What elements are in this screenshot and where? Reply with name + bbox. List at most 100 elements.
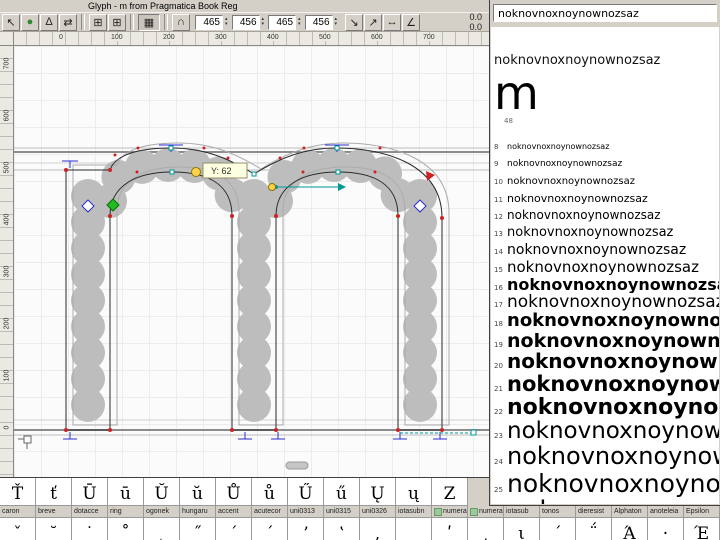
glyph-cell[interactable]: ΅ [576, 518, 612, 540]
glyph-cell[interactable]: ˚ [108, 518, 144, 540]
glyph-cell[interactable]: , [360, 518, 396, 540]
glyph-cell[interactable]: ů [252, 478, 288, 506]
glyph-cell[interactable]: ˛ [144, 518, 180, 540]
glyph-canvas[interactable]: Y: 62 [14, 46, 490, 477]
glyph-cell[interactable]: ʼ [288, 518, 324, 540]
horizontal-ruler[interactable]: 0 100 200 300 400 500 600 700 [14, 32, 490, 46]
glyph-cell[interactable]: Ů [216, 478, 252, 506]
waterfall-size-label: 12 [494, 213, 503, 222]
glyph-cell[interactable]: Ű [288, 478, 324, 506]
waterfall-sample-text: noknovnoxnoynownozsaz [507, 292, 719, 312]
ruler-corner [0, 32, 14, 46]
spinner-buttons[interactable]: ▴ ▾ [298, 17, 301, 27]
waterfall-row: 17 noknovnoxnoynownozsaz [494, 293, 719, 311]
arrow-se-button[interactable]: ↘ [345, 13, 364, 31]
coordinate-field[interactable] [195, 14, 223, 30]
glyph-cell[interactable]: Έ [684, 518, 720, 540]
glyph-cell[interactable]: ť [36, 478, 72, 506]
waterfall-sample-text: noknovnoxnoynownozsaz [507, 497, 719, 504]
glyph-fill-blobs [71, 147, 437, 433]
glyph-cell[interactable]: ʹ [432, 518, 468, 540]
waterfall-row: 9 noknovnoxnoynownozsaz [494, 152, 719, 170]
preview-panel-body: noknovnoxnoynownozsaz m 48 8 noknovnoxnoy… [491, 27, 719, 504]
vertical-ruler[interactable]: 700 600 500 400 300 200 100 0 [0, 46, 14, 477]
glyph-cell-caption: Alphaton [612, 506, 648, 518]
ruler-number: 100 [110, 34, 124, 41]
spinner-buttons[interactable]: ▴ ▾ [262, 17, 265, 27]
glyph-cell[interactable]: ˇ [0, 518, 36, 540]
preview-text-input[interactable] [493, 4, 717, 22]
grid-button[interactable]: ⊞ [89, 13, 107, 31]
glyph-cell[interactable]: Z [432, 478, 468, 506]
glyph-cell[interactable]: Ŭ [144, 478, 180, 506]
glyph-cell[interactable]: ι [504, 518, 540, 540]
tooltip-text: Y: 62 [211, 166, 232, 176]
glyph-cell[interactable]: ŭ [180, 478, 216, 506]
glyph-cell[interactable]: ʽ [324, 518, 360, 540]
template-marker-icon [434, 507, 442, 516]
glyph-cell[interactable]: ˝ [180, 518, 216, 540]
glyph-cell[interactable]: Ų [360, 478, 396, 506]
spin-down-icon[interactable]: ▾ [225, 22, 228, 27]
ruler-number: 400 [266, 34, 280, 41]
ruler-number: 0 [3, 425, 11, 430]
spinner-buttons[interactable]: ▴ ▾ [225, 17, 228, 27]
glyph-cell[interactable]: · [648, 518, 684, 540]
waterfall-sample-text: noknovnoxnoynownozsaz [507, 242, 687, 259]
spin-down-icon[interactable]: ▾ [262, 22, 265, 27]
spinner-buttons[interactable]: ▴ ▾ [335, 17, 338, 27]
coordinate-field[interactable] [304, 14, 333, 30]
glyph-cell[interactable]: Ά [612, 518, 648, 540]
coordinate-field[interactable] [268, 14, 297, 30]
palette-caption-row: caron breve dotacce ring ogonek hungaru accent… [0, 506, 720, 518]
angle-button[interactable]: ∠ [402, 13, 421, 31]
waterfall-size-label: 23 [494, 432, 503, 441]
glyph-cell[interactable]: ΄ [540, 518, 576, 540]
glyph-cell[interactable]: Ť [0, 478, 36, 506]
add-node-icon: Δ [45, 16, 53, 28]
glyph-cell[interactable]: ű [324, 478, 360, 506]
glyph-cell[interactable]: ˘ [36, 518, 72, 540]
ruler-number: 600 [370, 34, 384, 41]
glyph-cell[interactable]: ͺ [396, 518, 432, 540]
waterfall-size-label: 17 [494, 300, 503, 309]
waterfall-row: 25 noknovnoxnoynownozsaz [494, 470, 719, 497]
glyph-cell-caption: acutecor [252, 506, 288, 518]
arrow-ne-icon: ↗ [368, 16, 378, 29]
waterfall-row: 23 noknovnoxnoynownozsaz [494, 419, 719, 444]
glyph-cell[interactable]: ū [108, 478, 144, 506]
glyph-cell[interactable]: ˙ [72, 518, 108, 540]
glyph-cell[interactable]: ´ [216, 518, 252, 540]
eraser-tool-button[interactable]: ● [21, 13, 39, 31]
waterfall-row: 10 noknovnoxnoynownozsaz [494, 170, 719, 188]
ruler-number: 500 [318, 34, 332, 41]
waterfall-size-label: 18 [494, 320, 503, 329]
transform-button[interactable]: ⇄ [59, 13, 77, 31]
glyph-cell-caption: uni0315 [324, 506, 360, 518]
glyph-cell[interactable]: ͵ [468, 518, 504, 540]
canvas-scrollbar-thumb[interactable] [285, 461, 309, 470]
waterfall-row: 24 noknovnoxnoynownozsaz [494, 444, 719, 470]
glyph-cell-caption: iotasub [504, 506, 540, 518]
waterfall-size-label: 16 [494, 283, 503, 292]
preview-current-glyph: m [494, 66, 539, 120]
template-marker-icon [470, 507, 478, 516]
add-node-button[interactable]: Δ [40, 13, 58, 31]
resize-button[interactable]: ↔ [383, 13, 402, 31]
glyph-cell[interactable]: ˊ [252, 518, 288, 540]
ruler-number: 0 [58, 34, 64, 41]
waterfall-sample-text: noknovnoxnoynownozsaz [507, 444, 719, 471]
preview-panel-toggle-button[interactable]: ▦ [138, 13, 160, 31]
pointer-tool-button[interactable]: ↖ [2, 13, 20, 31]
glyph-cell[interactable]: Ū [72, 478, 108, 506]
arrow-ne-button[interactable]: ↗ [364, 13, 383, 31]
coordinate-field[interactable] [231, 14, 260, 30]
spin-down-icon[interactable]: ▾ [298, 22, 301, 27]
glyph-cell[interactable]: ų [396, 478, 432, 506]
waterfall-row: 26noknovnoxnoynownozsaz [494, 497, 719, 504]
table-button[interactable]: ⊞ [108, 13, 126, 31]
spin-down-icon[interactable]: ▾ [335, 22, 338, 27]
snap-button[interactable]: ∩ [172, 13, 190, 31]
ruler-number: 300 [214, 34, 228, 41]
toolbar-separator [130, 14, 134, 30]
